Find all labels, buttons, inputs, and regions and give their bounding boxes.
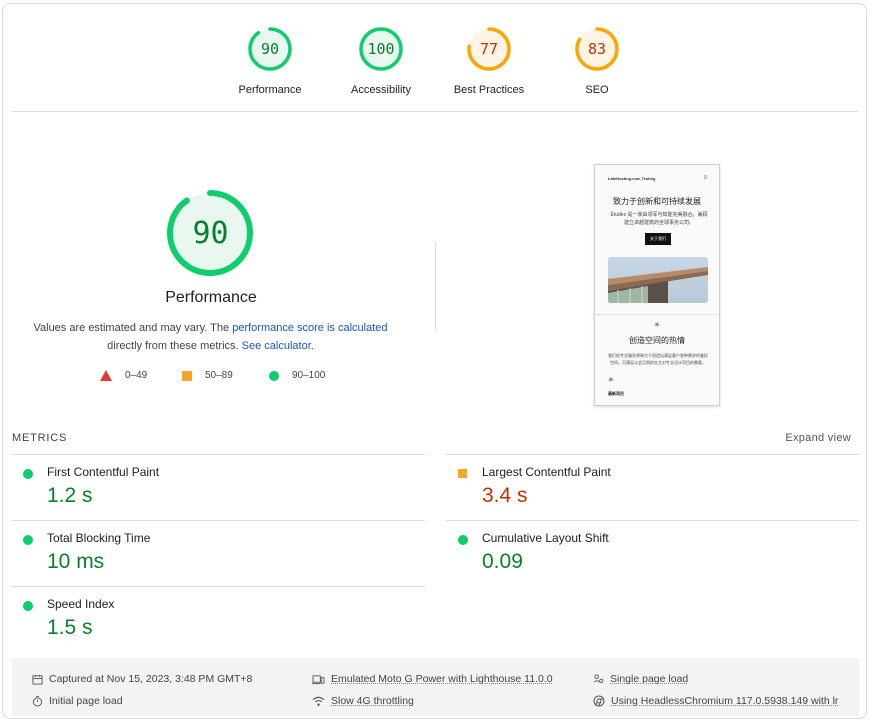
thumb-building-image — [608, 257, 708, 303]
metric-name: First Contentful Paint — [47, 465, 160, 479]
legend-pass-label: 90–100 — [292, 370, 326, 381]
metric-value: 3.4 s — [482, 484, 528, 507]
gauges-divider — [11, 111, 858, 112]
main-performance-title: Performance — [165, 289, 257, 306]
metric-cls: Cumulative Layout Shift 0.09 — [446, 522, 826, 586]
gauge-seo[interactable]: 83 SEO — [543, 26, 651, 96]
vertical-divider — [435, 242, 436, 330]
main-performance-gauge: 90 — [158, 186, 263, 291]
browser-version[interactable]: Using HeadlessChromium 117.0.5938.149 wi… — [593, 695, 838, 707]
thumb-heading: 致力于创新和可持续发展 — [613, 197, 701, 206]
metric-name: Speed Index — [47, 597, 115, 611]
average-square-icon — [458, 469, 467, 478]
thumb-button: 关于我们 — [645, 233, 671, 245]
devices-icon — [312, 674, 325, 684]
legend-fail-label: 0–49 — [125, 370, 148, 381]
performance-gauge-ring: 90 — [247, 26, 293, 72]
metric-value: 10 ms — [47, 550, 105, 573]
pass-dot-icon — [458, 535, 468, 545]
throttling-label: Slow 4G throttling — [331, 695, 414, 707]
desc-text-2: directly from these metrics. — [107, 340, 242, 352]
best-practices-gauge-ring: 77 — [466, 26, 512, 72]
metric-name: Cumulative Layout Shift — [482, 531, 609, 545]
metric-value: 1.2 s — [47, 484, 93, 507]
thumb-heading-2: 创造空间的热情 — [629, 336, 685, 345]
metrics-divider-left-2 — [11, 520, 425, 521]
metrics-divider-right-2 — [446, 520, 859, 521]
average-square-icon — [182, 370, 192, 381]
thumb-paragraph-2: 我们的专业服务将致力于创造出满足客户各种需求的美好空间，可满足认会正照的业主对专… — [608, 353, 708, 365]
thumb-star-icon: ✳ — [654, 322, 660, 329]
legend-pass: 90–100 — [269, 370, 325, 381]
gauge-best-practices[interactable]: 77 Best Practices — [435, 26, 543, 96]
metrics-divider-right-1 — [446, 454, 859, 455]
thumb-heading-3: 最新项目 — [608, 391, 624, 396]
calendar-icon — [32, 674, 43, 685]
captured-time: Captured at Nov 15, 2023, 3:48 PM GMT+8 — [32, 673, 252, 685]
legend-average-label: 50–89 — [205, 370, 233, 381]
thumb-star-icon-2: ✳ — [608, 377, 614, 384]
best-practices-label: Best Practices — [453, 84, 525, 96]
timer-icon — [32, 695, 43, 707]
wifi-icon — [312, 696, 325, 706]
pass-circle-icon — [269, 370, 279, 381]
see-calculator-link[interactable]: See calculator — [242, 340, 311, 352]
runtime-settings-footer: Captured at Nov 15, 2023, 3:48 PM GMT+8 … — [12, 658, 859, 716]
single-page-session[interactable]: Single page load — [593, 673, 688, 685]
session-label: Single page load — [610, 673, 689, 685]
score-description: Values are estimated and may vary. The p… — [23, 319, 398, 355]
thumb-menu-icon: ≡ — [703, 175, 707, 181]
network-throttling[interactable]: Slow 4G throttling — [312, 695, 414, 707]
seo-score: 83 — [587, 40, 607, 58]
final-screenshot-thumbnail[interactable]: LateHosting.com Testing ≡ 致力于创新和可持续发展 Ét… — [594, 164, 720, 406]
category-gauges: 90 Performance 100 Accessibility 77 Best… — [3, 4, 866, 112]
metric-tbt: Total Blocking Time 10 ms — [11, 522, 391, 586]
gauge-accessibility[interactable]: 100 Accessibility — [327, 26, 435, 96]
legend-average: 50–89 — [182, 370, 233, 381]
legend-fail: 0–49 — [100, 370, 147, 381]
metrics-divider-left-1 — [11, 454, 425, 455]
desc-text-1: Values are estimated and may vary. The — [33, 322, 233, 334]
metric-speed-index: Speed Index 1.5 s — [11, 588, 391, 652]
expand-view-toggle[interactable]: Expand view — [785, 432, 851, 444]
metric-name: Total Blocking Time — [47, 531, 151, 545]
best-practices-score: 77 — [479, 40, 499, 58]
desc-text-3: . — [310, 340, 314, 352]
pass-dot-icon — [23, 535, 33, 545]
metric-name: Largest Contentful Paint — [482, 465, 611, 479]
performance-score: 90 — [260, 40, 280, 58]
device-label: Emulated Moto G Power with Lighthouse 11… — [331, 673, 553, 685]
captured-label: Captured at Nov 15, 2023, 3:48 PM GMT+8 — [49, 673, 253, 685]
metric-value: 1.5 s — [47, 616, 93, 639]
people-icon — [593, 673, 604, 683]
browser-label: Using HeadlessChromium 117.0.5938.149 wi… — [611, 695, 839, 707]
lighthouse-report-card: 90 Performance 100 Accessibility 77 Best… — [2, 3, 867, 719]
seo-gauge-ring: 83 — [574, 26, 620, 72]
thumb-site-name: LateHosting.com Testing — [608, 176, 656, 181]
metrics-divider-left-3 — [11, 586, 425, 587]
accessibility-score: 100 — [367, 40, 395, 58]
metrics-header: METRICS — [12, 432, 68, 444]
metric-fcp: First Contentful Paint 1.2 s — [11, 456, 391, 520]
seo-label: SEO — [585, 84, 609, 96]
initial-page-load: Initial page load — [32, 695, 123, 707]
accessibility-gauge-ring: 100 — [358, 26, 404, 72]
accessibility-label: Accessibility — [351, 84, 411, 96]
thumb-separator — [595, 314, 719, 315]
metric-value: 0.09 — [482, 550, 523, 573]
chrome-icon — [593, 695, 605, 707]
initial-load-label: Initial page load — [49, 695, 123, 707]
main-performance-score: 90 — [192, 216, 229, 251]
thumb-paragraph: Études 是一家由领军与知能完美融合，兼顾建立卓越建筑的全球事务公司。 — [610, 212, 708, 226]
performance-score-link[interactable]: performance score is calculated — [232, 322, 387, 334]
pass-dot-icon — [23, 601, 33, 611]
fail-triangle-icon — [100, 370, 112, 381]
gauge-performance[interactable]: 90 Performance — [216, 26, 324, 96]
emulated-device[interactable]: Emulated Moto G Power with Lighthouse 11… — [312, 673, 553, 685]
metric-lcp: Largest Contentful Paint 3.4 s — [446, 456, 826, 520]
performance-label: Performance — [238, 84, 302, 96]
pass-dot-icon — [23, 469, 33, 479]
